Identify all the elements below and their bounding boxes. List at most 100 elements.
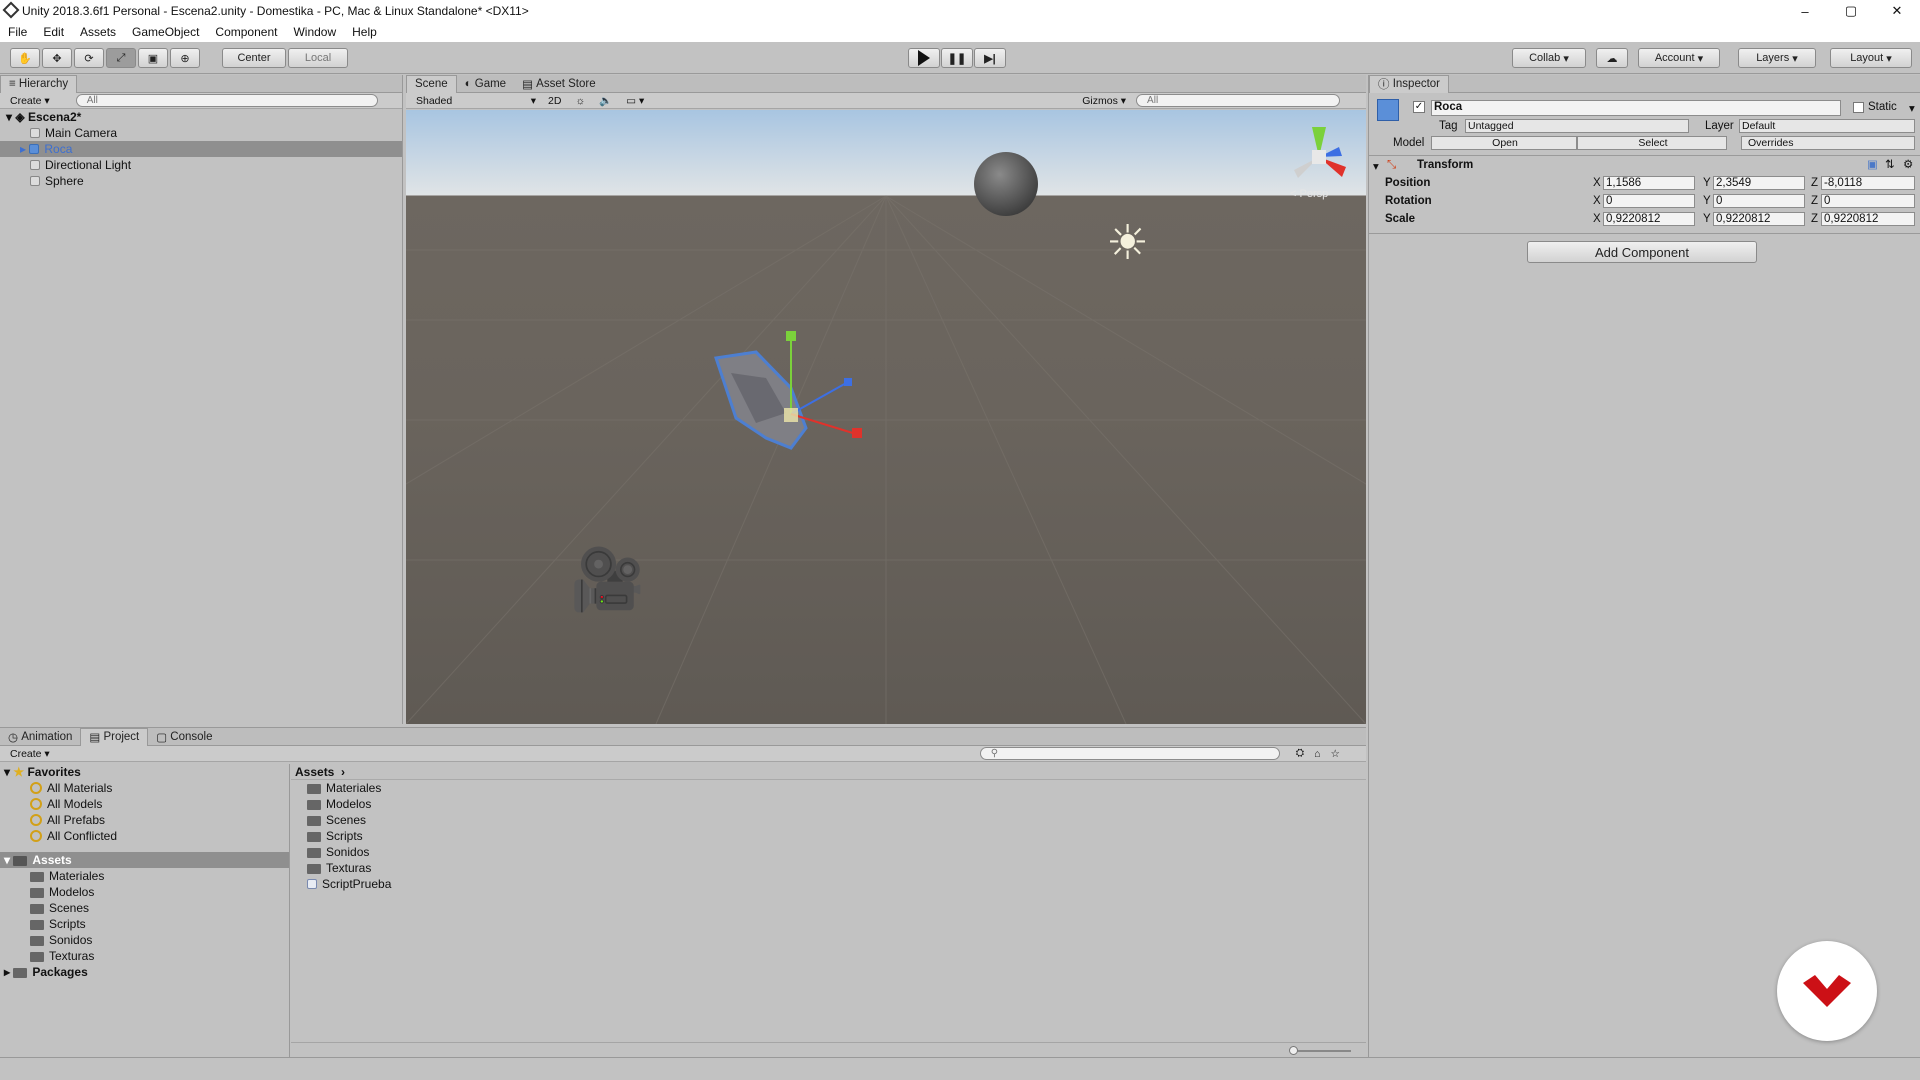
grid-item[interactable]: Scenes <box>291 812 1366 828</box>
hierarchy-item-main-camera[interactable]: Main Camera <box>0 125 402 141</box>
menu-gameobject[interactable]: GameObject <box>124 25 207 39</box>
hierarchy-create-button[interactable]: Create ▾ <box>10 95 50 107</box>
hierarchy-item-sphere[interactable]: Sphere <box>0 173 402 189</box>
static-dropdown-icon[interactable]: ▾ <box>1909 101 1915 115</box>
hand-tool-icon[interactable]: ✋ <box>10 48 40 68</box>
asset-folder-item[interactable]: Scenes <box>0 900 289 916</box>
move-tool-icon[interactable]: ✥ <box>42 48 72 68</box>
menu-window[interactable]: Window <box>285 25 344 39</box>
effects-toggle-icon[interactable]: ▭ ▾ <box>626 95 644 107</box>
layout-dropdown[interactable]: Layout ▾ <box>1830 48 1912 68</box>
lighting-toggle-icon[interactable]: ☼ <box>575 95 585 107</box>
rotation-y-field[interactable]: 0 <box>1713 194 1805 208</box>
tab-console[interactable]: ▢ Console <box>148 728 220 746</box>
hierarchy-search-input[interactable]: All <box>75 94 378 107</box>
scene-viewport[interactable]: ☀ 🎥 < Persp <box>406 110 1366 724</box>
zoom-slider-handle[interactable] <box>1289 1046 1298 1055</box>
rotation-x-field[interactable]: 0 <box>1603 194 1695 208</box>
rotate-tool-icon[interactable]: ⟳ <box>74 48 104 68</box>
account-dropdown[interactable]: Account ▾ <box>1638 48 1720 68</box>
camera-icon[interactable]: 🎥 <box>570 550 645 610</box>
menu-assets[interactable]: Assets <box>72 25 124 39</box>
gizmos-dropdown[interactable]: Gizmos ▾ <box>1082 95 1126 107</box>
position-z-field[interactable]: -8,0118 <box>1821 176 1915 190</box>
model-open-button[interactable]: Open <box>1431 136 1577 150</box>
favorite-star-icon[interactable]: ☆ <box>1330 748 1339 760</box>
presets-icon[interactable]: ⇅ <box>1885 157 1895 171</box>
position-x-field[interactable]: 1,1586 <box>1603 176 1695 190</box>
menu-help[interactable]: Help <box>344 25 385 39</box>
scale-tool-icon[interactable]: ⤢ <box>106 48 136 68</box>
favorite-item[interactable]: All Models <box>0 796 289 812</box>
zoom-slider[interactable] <box>1291 1050 1351 1052</box>
object-name-field[interactable]: Roca <box>1431 100 1841 116</box>
transform-tool-icon[interactable]: ⊕ <box>170 48 200 68</box>
favorite-item[interactable]: All Prefabs <box>0 812 289 828</box>
hierarchy-item-roca[interactable]: ▸ Roca <box>0 141 402 157</box>
grid-item[interactable]: Texturas <box>291 860 1366 876</box>
scene-search-input[interactable]: All <box>1136 94 1341 107</box>
minimize-button[interactable]: – <box>1782 0 1828 22</box>
grid-item[interactable]: Sonidos <box>291 844 1366 860</box>
gear-icon[interactable]: ⚙ <box>1903 157 1913 171</box>
grid-item[interactable]: Scripts <box>291 828 1366 844</box>
favorite-item[interactable]: All Conflicted <box>0 828 289 844</box>
tab-inspector[interactable]: ⓘ Inspector <box>1369 74 1450 93</box>
packages-item[interactable]: ▸ Packages <box>0 964 289 980</box>
perspective-label[interactable]: < Persp <box>1290 188 1328 200</box>
maximize-button[interactable]: ▢ <box>1828 0 1874 22</box>
static-checkbox[interactable] <box>1853 102 1864 113</box>
scene-orientation-gizmo[interactable] <box>1284 122 1354 192</box>
collab-dropdown[interactable]: Collab ▾ <box>1512 48 1586 68</box>
filter-label-icon[interactable]: ⌂ <box>1314 748 1320 760</box>
filter-type-icon[interactable]: ⛭ <box>1296 747 1304 760</box>
scale-x-field[interactable]: 0,9220812 <box>1603 212 1695 226</box>
tab-animation[interactable]: ◷ Animation <box>0 728 80 746</box>
hierarchy-item-directional-light[interactable]: Directional Light <box>0 157 402 173</box>
scale-y-field[interactable]: 0,9220812 <box>1713 212 1805 226</box>
tab-hierarchy[interactable]: ≡ Hierarchy <box>0 74 78 93</box>
asset-folder-item[interactable]: Modelos <box>0 884 289 900</box>
sun-icon[interactable]: ☀ <box>1106 220 1149 268</box>
rotation-z-field[interactable]: 0 <box>1821 194 1915 208</box>
overrides-dropdown[interactable]: Overrides <box>1741 136 1915 150</box>
breadcrumb[interactable]: Assets › <box>291 764 1366 780</box>
favorite-item[interactable]: All Materials <box>0 780 289 796</box>
menu-edit[interactable]: Edit <box>35 25 72 39</box>
pivot-center-button[interactable]: Center <box>222 48 286 68</box>
step-button[interactable]: ▶| <box>974 48 1006 68</box>
shading-dropdown[interactable]: Shaded ▾ <box>416 95 536 107</box>
help-icon[interactable]: ▣ <box>1867 157 1878 171</box>
asset-folder-item[interactable]: Materiales <box>0 868 289 884</box>
cloud-icon[interactable]: ☁ <box>1596 48 1628 68</box>
move-gizmo-icon[interactable] <box>766 330 886 460</box>
rect-tool-icon[interactable]: ▣ <box>138 48 168 68</box>
tab-asset-store[interactable]: ▤ Asset Store <box>514 75 604 93</box>
model-select-button[interactable]: Select <box>1577 136 1727 150</box>
layer-dropdown[interactable]: Default <box>1739 119 1915 133</box>
active-checkbox[interactable]: ✓ <box>1413 101 1425 113</box>
play-button[interactable] <box>908 48 940 68</box>
position-y-field[interactable]: 2,3549 <box>1713 176 1805 190</box>
toggle-2d-button[interactable]: 2D <box>548 95 561 107</box>
tab-project[interactable]: ▤ Project <box>80 727 149 746</box>
sphere-object[interactable] <box>974 152 1038 216</box>
scene-root-item[interactable]: ▾ ◈ Escena2* <box>0 109 402 125</box>
transform-header[interactable]: Transform <box>1417 159 1473 171</box>
pause-button[interactable]: ❚❚ <box>941 48 973 68</box>
project-create-button[interactable]: Create ▾ <box>10 748 50 760</box>
transform-foldout-icon[interactable]: ▾ <box>1373 159 1379 173</box>
menu-component[interactable]: Component <box>207 25 285 39</box>
grid-item[interactable]: Modelos <box>291 796 1366 812</box>
tab-scene[interactable]: Scene <box>406 74 457 93</box>
scale-z-field[interactable]: 0,9220812 <box>1821 212 1915 226</box>
assets-root-item[interactable]: ▾ Assets <box>0 852 289 868</box>
add-component-button[interactable]: Add Component <box>1527 241 1757 263</box>
asset-folder-item[interactable]: Texturas <box>0 948 289 964</box>
asset-folder-item[interactable]: Sonidos <box>0 932 289 948</box>
project-search-input[interactable]: ⚲ <box>979 747 1280 760</box>
pivot-local-button[interactable]: Local <box>288 48 348 68</box>
favorites-item[interactable]: ▾ ★ Favorites <box>0 764 289 780</box>
asset-folder-item[interactable]: Scripts <box>0 916 289 932</box>
close-button[interactable]: ✕ <box>1874 0 1920 22</box>
